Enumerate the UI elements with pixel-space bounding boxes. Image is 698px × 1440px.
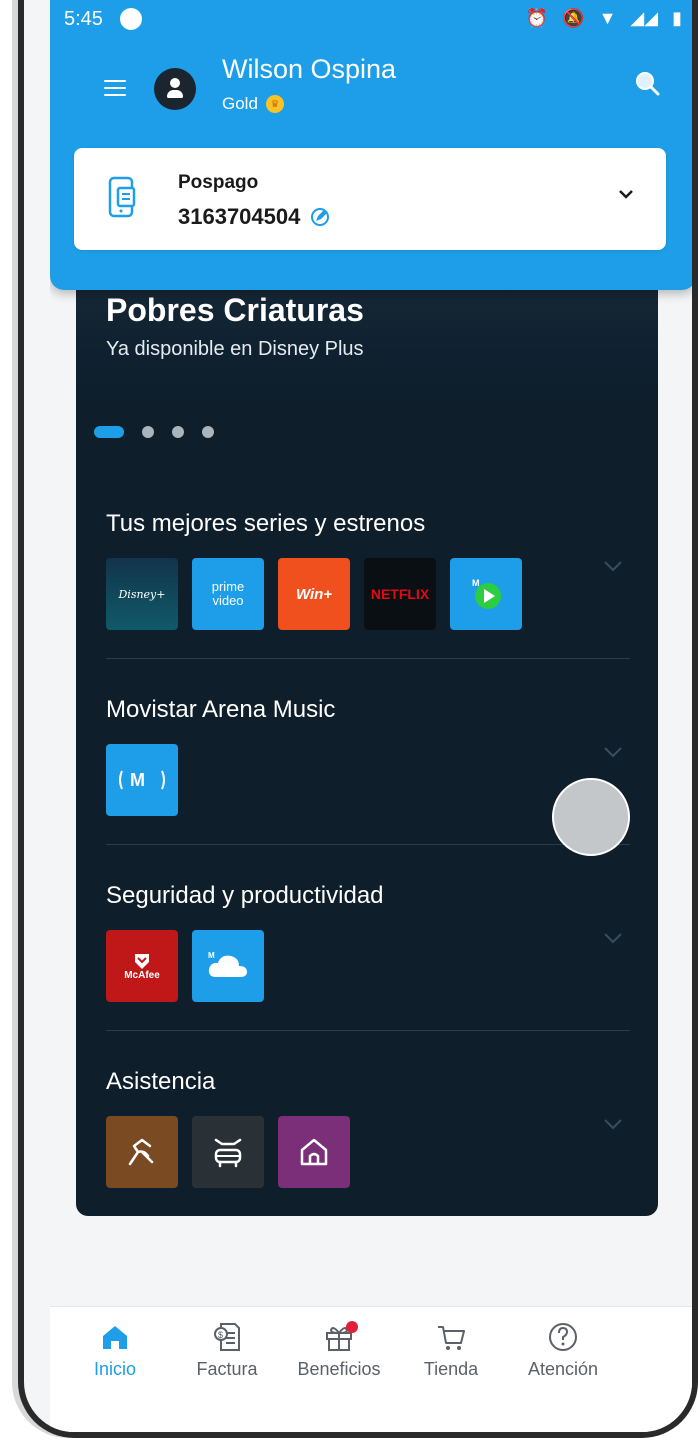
car-assist-icon (214, 1138, 242, 1168)
app-screen: Pobres Criaturas Ya disponible en Disney… (50, 0, 692, 1432)
tile-movistar-music[interactable]: M (106, 744, 178, 816)
mute-icon: 🔕 (562, 8, 585, 28)
divider (106, 1030, 630, 1031)
banner-subtitle: Ya disponible en Disney Plus (106, 338, 364, 360)
status-icons: ⏰ 🔕 ▼ ◢◢ ▮ (526, 8, 682, 29)
nav-tienda[interactable]: Tienda (406, 1321, 496, 1380)
avatar[interactable] (154, 68, 196, 110)
chevron-down-icon[interactable] (604, 1118, 622, 1130)
cart-icon (438, 1326, 465, 1350)
tile-home-assist[interactable] (278, 1116, 350, 1188)
section-title: Asistencia (106, 1068, 216, 1095)
tier-label: Gold (222, 94, 258, 113)
nav-atencion[interactable]: Atención (518, 1321, 608, 1380)
notification-dot-icon (120, 8, 142, 30)
notification-badge (346, 1321, 358, 1333)
pager-dot-active[interactable] (94, 426, 124, 438)
tile-prime-video[interactable]: prime video (192, 558, 264, 630)
assistive-touch-button[interactable] (552, 778, 630, 856)
menu-icon[interactable] (104, 80, 126, 96)
bottom-navigation: Inicio $ Factura Beneficios Tienda Atenc… (50, 1306, 692, 1432)
search-icon[interactable] (634, 70, 660, 96)
divider (106, 658, 630, 659)
line-selector-card[interactable]: Pospago 3163704504 (74, 148, 666, 250)
tile-movistar-play[interactable]: M (450, 558, 522, 630)
section-title: Seguridad y productividad (106, 882, 384, 909)
tile-label: McAfee (124, 969, 160, 981)
pager-dot[interactable] (172, 426, 184, 438)
section-security: Seguridad y productividad McAfee M (106, 882, 630, 1031)
tile-pet-assist[interactable] (106, 1116, 178, 1188)
help-icon (549, 1323, 577, 1351)
carousel-pager (94, 426, 214, 438)
cloud-icon: M (208, 951, 247, 977)
line-number-row: 3163704504 (178, 204, 330, 230)
status-time: 5:45 (64, 8, 103, 30)
home-icon (103, 1326, 127, 1349)
svg-text:$: $ (218, 1330, 223, 1340)
pager-dot[interactable] (142, 426, 154, 438)
tile-car-assist[interactable] (192, 1116, 264, 1188)
nav-inicio[interactable]: Inicio (70, 1321, 160, 1380)
tile-row: M (106, 744, 178, 816)
line-number: 3163704504 (178, 204, 301, 229)
nav-label: Inicio (93, 1359, 137, 1379)
play-icon: M (472, 578, 501, 609)
pager-dot[interactable] (202, 426, 214, 438)
phone-document-icon (108, 176, 136, 218)
chevron-down-icon[interactable] (618, 188, 634, 200)
nav-label: Atención (527, 1359, 599, 1379)
tile-movistar-cloud[interactable]: M (192, 930, 264, 1002)
svg-text:M: M (472, 578, 480, 588)
tile-win-plus[interactable]: Win+ (278, 558, 350, 630)
section-title: Tus mejores series y estrenos (106, 510, 426, 537)
divider (106, 844, 630, 845)
tile-label: NETFLIX (370, 586, 430, 602)
section-assistance: Asistencia (106, 1068, 630, 1188)
svg-text:M: M (130, 770, 145, 790)
line-type: Pospago (178, 172, 259, 193)
content-panel: Pobres Criaturas Ya disponible en Disney… (76, 240, 658, 1216)
section-arena-music: Movistar Arena Music M (106, 696, 630, 845)
tile-row: McAfee M (106, 930, 264, 1002)
signal-icon: ◢◢ (630, 8, 659, 28)
tile-row: Disney+ prime video Win+ NETFLIX M (106, 558, 522, 630)
chevron-down-icon[interactable] (604, 746, 622, 758)
pet-assist-icon (128, 1138, 154, 1166)
tile-disney-plus[interactable]: Disney+ (106, 558, 178, 630)
tile-label: Disney+ (118, 587, 166, 601)
phone-frame: Pobres Criaturas Ya disponible en Disney… (18, 0, 698, 1438)
nav-label: Beneficios (297, 1359, 381, 1379)
nav-label: Factura (196, 1359, 258, 1379)
crown-icon: ♛ (265, 95, 284, 113)
user-tier: Gold ♛ (222, 94, 284, 114)
tile-label: Win+ (295, 585, 333, 603)
svg-text:M: M (208, 951, 215, 960)
section-series: Tus mejores series y estrenos Disney+ pr… (106, 510, 630, 659)
tile-netflix[interactable]: NETFLIX (364, 558, 436, 630)
section-title: Movistar Arena Music (106, 696, 336, 723)
chevron-down-icon[interactable] (604, 560, 622, 572)
app-header: 5:45 ⏰ 🔕 ▼ ◢◢ ▮ Wilson Ospina Gold ♛ Pos… (50, 0, 692, 290)
nav-beneficios[interactable]: Beneficios (294, 1321, 384, 1380)
battery-icon: ▮ (672, 8, 682, 28)
music-icon: M (119, 770, 165, 790)
chevron-down-icon[interactable] (604, 932, 622, 944)
wifi-icon: ▼ (598, 8, 617, 28)
banner-title: Pobres Criaturas (106, 292, 364, 328)
shield-icon (135, 953, 149, 969)
alarm-icon: ⏰ (525, 8, 549, 28)
invoice-icon: $ (214, 1323, 240, 1351)
status-bar: 5:45 ⏰ 🔕 ▼ ◢◢ ▮ (50, 6, 692, 32)
home-assist-icon (300, 1138, 328, 1166)
nav-label: Tienda (423, 1359, 479, 1379)
tile-mcafee[interactable]: McAfee (106, 930, 178, 1002)
nav-factura[interactable]: $ Factura (182, 1321, 272, 1380)
edit-icon[interactable] (310, 207, 330, 227)
user-name: Wilson Ospina (222, 54, 397, 84)
tile-row (106, 1116, 350, 1188)
tile-label: prime video (211, 579, 245, 608)
